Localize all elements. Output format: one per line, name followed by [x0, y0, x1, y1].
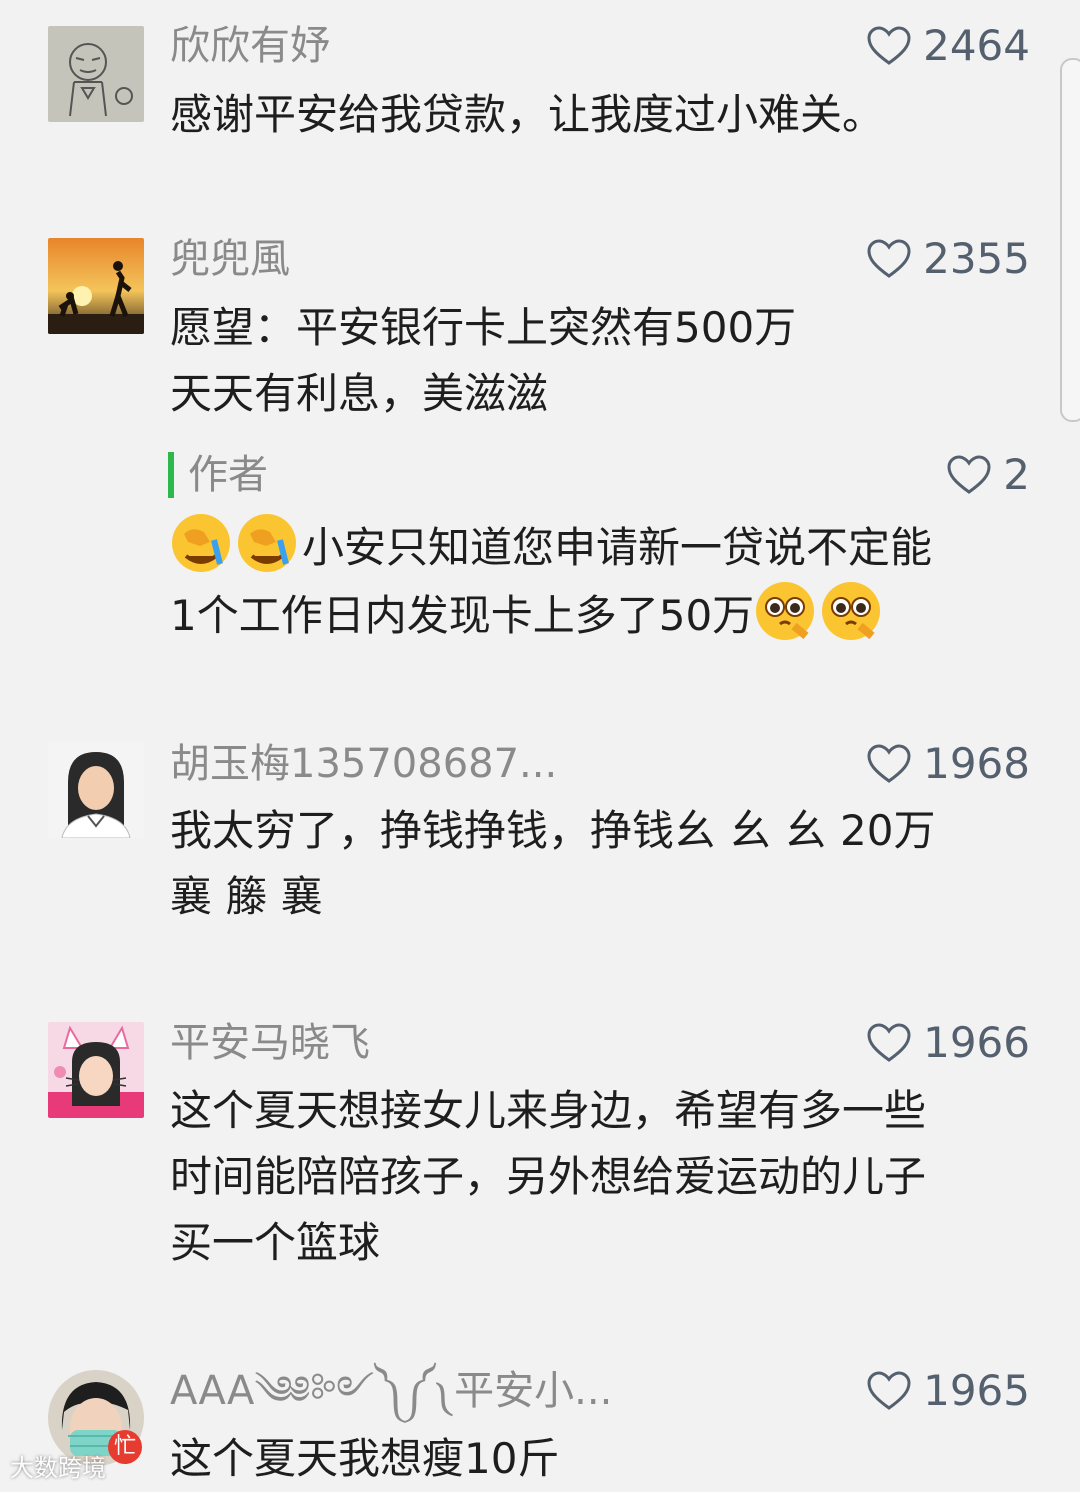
- comment-text: 这个夏天想接女儿来身边，希望有多一些: [170, 1086, 927, 1135]
- heart-icon: [867, 239, 911, 278]
- username[interactable]: 兜兜風: [170, 235, 290, 283]
- comment-text: 天天有利息，美滋滋: [170, 369, 549, 418]
- pleading-eyes-emoji-icon: [822, 582, 881, 640]
- like-count: 2: [1003, 450, 1030, 499]
- comment-text: 我太穷了，挣钱挣钱，挣钱幺 幺 幺 20万: [170, 806, 936, 855]
- username[interactable]: AAA༄༅༻༽༼༾平安小...: [170, 1367, 612, 1415]
- sunset-silhouette-avatar-icon: [48, 238, 144, 334]
- like-count: 2355: [923, 234, 1030, 283]
- sketch-cartoon-avatar-icon: [48, 26, 144, 122]
- cat-ears-selfie-avatar-icon: [48, 1022, 144, 1118]
- reply-username[interactable]: 作者: [188, 451, 268, 499]
- busy-badge: 忙: [108, 1430, 142, 1464]
- reply-text: 小安只知道您申请新一贷说不定能: [170, 512, 932, 581]
- avatar[interactable]: [48, 26, 144, 122]
- like-button[interactable]: 1966: [867, 1019, 1030, 1067]
- heart-icon: [867, 1023, 911, 1062]
- like-button[interactable]: 1968: [867, 740, 1030, 788]
- reply-indicator: [168, 452, 174, 498]
- comment-text: 买一个篮球: [170, 1218, 381, 1267]
- comment-text: 时间能陪陪孩子，另外想给爱运动的儿子: [170, 1152, 927, 1201]
- comment-text: 感谢平安给我贷款，让我度过小难关。: [170, 90, 885, 139]
- reply-text: 1个工作日内发现卡上多了50万: [170, 580, 886, 649]
- avatar[interactable]: [48, 238, 144, 334]
- like-button[interactable]: 2464: [867, 22, 1030, 70]
- username[interactable]: 欣欣有妤: [170, 22, 330, 70]
- like-count: 2464: [923, 21, 1030, 70]
- username[interactable]: 胡玉梅135708687...: [170, 740, 557, 788]
- username[interactable]: 平安马晓飞: [170, 1019, 370, 1067]
- pleading-eyes-emoji-icon: [756, 582, 815, 640]
- heart-icon: [947, 455, 991, 494]
- comment-text: 襄 籐 襄: [170, 872, 323, 921]
- reply-text-line: 1个工作日内发现卡上多了50万: [170, 591, 755, 640]
- facepalm-crying-emoji-icon: [238, 514, 296, 572]
- like-count: 1965: [923, 1366, 1030, 1415]
- avatar[interactable]: [48, 1022, 144, 1118]
- like-button[interactable]: 2: [947, 451, 1030, 499]
- like-button[interactable]: 1965: [867, 1367, 1030, 1415]
- comment-text: 愿望：平安银行卡上突然有500万: [170, 303, 797, 352]
- reply-text-line: 小安只知道您申请新一贷说不定能: [302, 523, 933, 572]
- like-count: 1968: [923, 739, 1030, 788]
- like-button[interactable]: 2355: [867, 235, 1030, 283]
- heart-icon: [867, 26, 911, 65]
- heart-icon: [867, 744, 911, 783]
- heart-icon: [867, 1371, 911, 1410]
- portrait-photo-avatar-icon: [48, 742, 144, 838]
- avatar[interactable]: [48, 742, 144, 838]
- scroll-edge[interactable]: [1060, 58, 1080, 422]
- comment-text: 这个夏天我想瘦10斤: [170, 1434, 560, 1483]
- facepalm-crying-emoji-icon: [172, 514, 230, 572]
- busy-badge-label: 忙: [113, 1434, 136, 1459]
- watermark: 大数跨境: [10, 1454, 106, 1482]
- like-count: 1966: [923, 1018, 1030, 1067]
